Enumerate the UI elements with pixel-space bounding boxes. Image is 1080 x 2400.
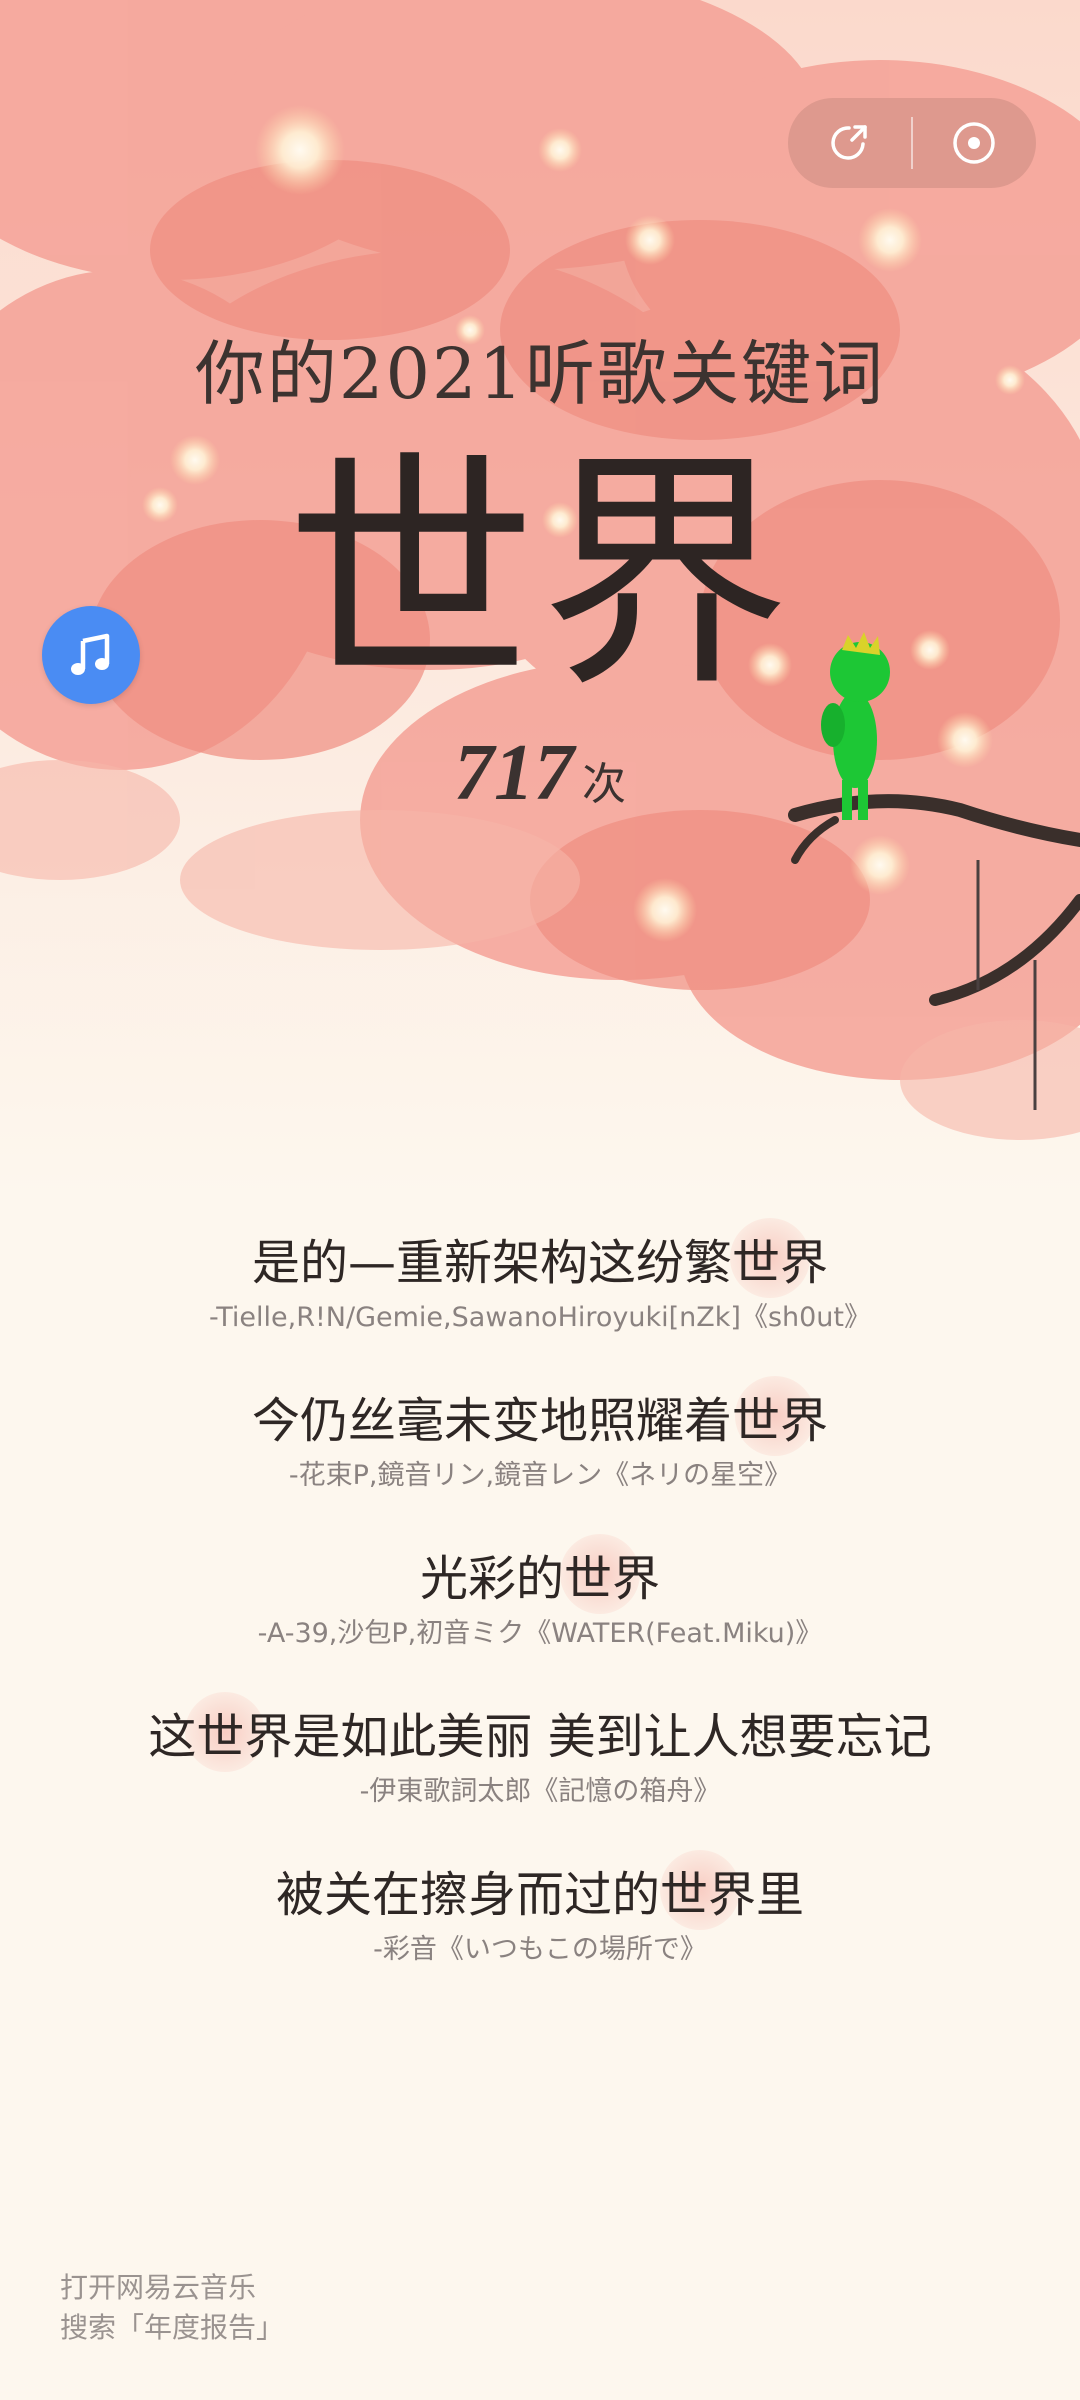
- lyrics-list: 是的—重新架构这纷繁世界 -Tielle,R!N/Gemie,SawanoHir…: [0, 1218, 1080, 2018]
- report-headline: 你的2021听歌关键词: [194, 333, 886, 415]
- share-button[interactable]: [805, 98, 895, 188]
- lyric-text: 是的—重新架构这纷繁世界: [251, 1235, 828, 1291]
- count-unit: 次: [582, 759, 626, 810]
- lyric-item: 被关在擦身而过的世界里 -彩音《いつもこの場所で》: [0, 1850, 1080, 2018]
- footer-line-search: 搜索「年度报告」: [60, 2311, 285, 2344]
- lyric-text: 被关在擦身而过的世界里: [275, 1867, 804, 1923]
- keyword-title: 世界: [286, 429, 794, 720]
- target-button[interactable]: [929, 98, 1019, 188]
- footer-line-open-app: 打开网易云音乐: [60, 2271, 257, 2304]
- lyric-source: -伊東歌詞太郎《記憶の箱舟》: [359, 1776, 721, 1807]
- lyric-item: 光彩的世界 -A-39,沙包P,初音ミク《WATER(Feat.Miku)》: [0, 1534, 1080, 1702]
- lyric-text: 这世界是如此美丽 美到让人想要忘记: [148, 1709, 932, 1765]
- footer-hint: 打开网易云音乐 搜索「年度报告」: [60, 2268, 284, 2348]
- count-number: 717: [454, 729, 574, 817]
- top-action-pill: [788, 98, 1036, 188]
- pill-divider: [911, 117, 913, 169]
- lyric-item: 今仍丝毫未变地照耀着世界 -花束P,鏡音リン,鏡音レン《ネリの星空》: [0, 1376, 1080, 1544]
- lyric-source: -花束P,鏡音リン,鏡音レン《ネリの星空》: [288, 1460, 792, 1491]
- lyric-source: -彩音《いつもこの場所で》: [373, 1934, 707, 1965]
- lyric-source: -Tielle,R!N/Gemie,SawanoHiroyuki[nZk]《sh…: [208, 1302, 871, 1333]
- record-target-icon: [953, 122, 995, 164]
- lyric-text: 今仍丝毫未变地照耀着世界: [251, 1393, 828, 1449]
- keyword-count: 717 次: [0, 728, 1080, 819]
- lyric-item: 是的—重新架构这纷繁世界 -Tielle,R!N/Gemie,SawanoHir…: [0, 1218, 1080, 1386]
- lyric-item: 这世界是如此美丽 美到让人想要忘记 -伊東歌詞太郎《記憶の箱舟》: [0, 1692, 1080, 1860]
- music-note-icon: [71, 633, 110, 675]
- share-arrow-icon: [831, 125, 867, 160]
- music-player-button[interactable]: [42, 606, 140, 704]
- lyric-text: 光彩的世界: [419, 1551, 660, 1607]
- lyric-source: -A-39,沙包P,初音ミク《WATER(Feat.Miku)》: [257, 1618, 823, 1649]
